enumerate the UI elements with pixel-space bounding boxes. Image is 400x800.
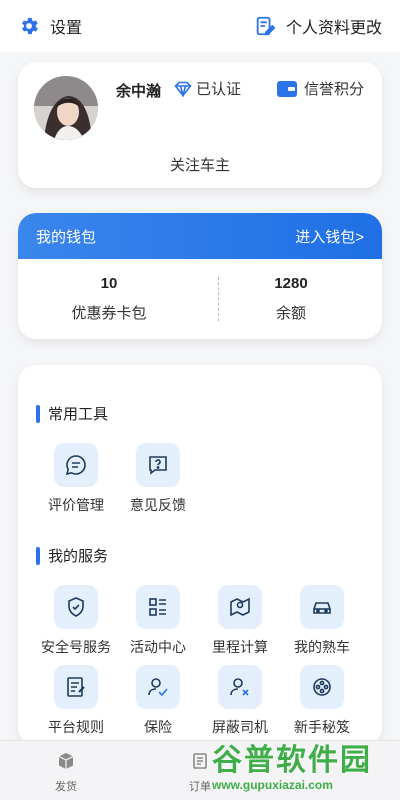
credit-label: 信誉积分 (303, 81, 364, 98)
service-label: 平台规则 (48, 719, 104, 735)
settings-label: 设置 (50, 20, 83, 37)
user-name: 余中瀚 (116, 83, 162, 100)
my-services-label: 我的服务 (48, 548, 109, 565)
service-activity-center[interactable]: 活动中心 (117, 585, 199, 657)
tool-review-management[interactable]: 评价管理 (35, 443, 117, 515)
enter-wallet-link[interactable]: 进入钱包> (295, 226, 364, 247)
tab-ship[interactable]: 发货 (36, 751, 96, 794)
watermark: 谷普软件园 www.gupuxiazai.com (212, 744, 394, 796)
wallet-title: 我的钱包 (36, 228, 97, 246)
common-tools-label: 常用工具 (48, 406, 109, 423)
coupons-value: 10 (100, 275, 118, 292)
list-icon (136, 585, 180, 629)
wallet-card: 我的钱包 进入钱包> 10 优惠券卡包 1280 余额 (18, 213, 382, 339)
service-label: 安全号服务 (41, 639, 111, 655)
map-icon (218, 585, 262, 629)
service-label: 保险 (144, 719, 172, 735)
service-familiar-cars[interactable]: 我的熟车 (281, 585, 363, 657)
coupons-item[interactable]: 10 优惠券卡包 (18, 259, 200, 339)
watermark-title: 谷普软件园 (212, 744, 372, 777)
gear-icon (22, 17, 38, 35)
settings-button[interactable]: 设置 (18, 14, 82, 38)
service-insurance[interactable]: 保险 (117, 665, 199, 737)
rules-icon (54, 665, 98, 709)
service-platform-rules[interactable]: 平台规则 (35, 665, 117, 737)
wallet-card-icon (276, 80, 297, 97)
diamond-icon (174, 81, 192, 97)
top-bar: 设置 个人资料更改 (0, 0, 400, 52)
avatar[interactable] (34, 76, 98, 140)
avatar-photo (34, 76, 98, 140)
services-card: 常用工具 评价管理 意见反馈 我的服务 安全号服务 活动中心 里程计算 我的熟车… (18, 365, 382, 745)
insurance-icon (136, 665, 180, 709)
verified-badge: 已认证 (174, 78, 241, 99)
tool-feedback[interactable]: 意见反馈 (117, 443, 199, 515)
service-label: 活动中心 (130, 639, 186, 655)
tab-label: 发货 (55, 781, 77, 793)
tool-label: 意见反馈 (130, 497, 186, 513)
verified-label: 已认证 (196, 81, 242, 98)
car-icon (300, 585, 344, 629)
credit-score-button[interactable]: 信誉积分 (276, 78, 364, 99)
follow-owner-button[interactable]: 关注车主 (18, 154, 382, 175)
wallet-body: 10 优惠券卡包 1280 余额 (18, 259, 382, 339)
profile-edit-button[interactable]: 个人资料更改 (254, 14, 382, 38)
coupons-label: 优惠券卡包 (71, 305, 147, 322)
wallet-header: 我的钱包 进入钱包> (18, 213, 382, 259)
chat-icon (54, 443, 98, 487)
tool-label: 评价管理 (48, 497, 104, 513)
wallet-divider (218, 277, 219, 321)
feedback-icon (136, 443, 180, 487)
service-label: 里程计算 (212, 639, 268, 655)
edit-document-icon (256, 16, 276, 36)
service-safety-number[interactable]: 安全号服务 (35, 585, 117, 657)
shield-icon (54, 585, 98, 629)
order-icon (193, 753, 207, 769)
profile-card: 余中瀚 已认证 信誉积分 关注车主 (18, 62, 382, 188)
service-label: 新手秘笈 (294, 719, 350, 735)
service-block-driver[interactable]: 屏蔽司机 (199, 665, 281, 737)
common-tools-title: 常用工具 (36, 403, 108, 424)
box-icon (58, 753, 74, 769)
service-label: 我的熟车 (294, 639, 350, 655)
service-mileage-calc[interactable]: 里程计算 (199, 585, 281, 657)
balance-value: 1280 (274, 275, 308, 292)
service-label: 屏蔽司机 (212, 719, 268, 735)
balance-item[interactable]: 1280 余额 (200, 259, 382, 339)
block-driver-icon (218, 665, 262, 709)
section-marker (36, 404, 40, 423)
service-beginner-guide[interactable]: 新手秘笈 (281, 665, 363, 737)
balance-label: 余额 (275, 305, 306, 322)
my-services-title: 我的服务 (36, 545, 108, 566)
profile-edit-label: 个人资料更改 (285, 20, 382, 37)
watermark-url: www.gupuxiazai.com (212, 778, 333, 792)
section-marker (36, 546, 40, 565)
film-icon (300, 665, 344, 709)
